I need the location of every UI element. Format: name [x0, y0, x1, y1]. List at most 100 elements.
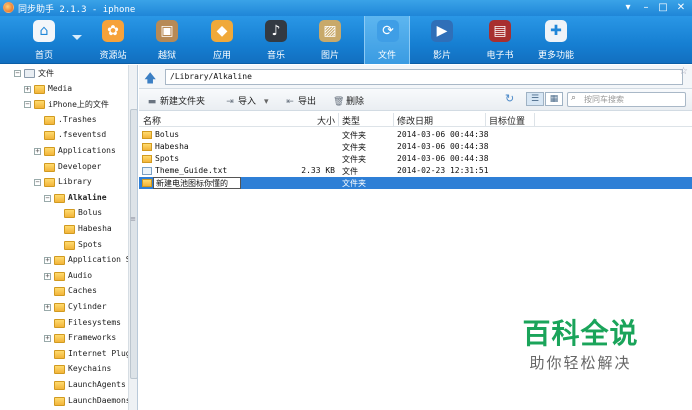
tree-scrollbar-thumb[interactable] — [130, 109, 137, 379]
favorite-star-icon[interactable]: ☆ — [679, 66, 688, 77]
folder-icon — [54, 396, 65, 406]
toolbar-item-label: 首页 — [34, 51, 53, 61]
list-view-icon[interactable]: ☰ — [526, 92, 544, 106]
toolbar-item-label: 更多功能 — [537, 51, 574, 61]
search-input[interactable]: ⌕ 按同车搜索 — [567, 92, 686, 107]
tree-node-label: Keychains — [68, 364, 112, 374]
collapse-icon[interactable]: − — [34, 179, 41, 187]
column-type[interactable]: 类型 — [342, 114, 360, 127]
column-target[interactable]: 目标位置 — [489, 114, 525, 127]
new-folder-button[interactable]: ▬ 新建文件夹 — [147, 94, 205, 107]
toolbar-item-0[interactable]: ⌂ 首页 — [21, 16, 67, 64]
watermark-title: 百科全说 — [522, 317, 639, 350]
expand-icon[interactable]: + — [44, 335, 51, 343]
title-bar: 同步助手 2.1.3 - iphone ▾ – □ ✕ — [0, 0, 692, 16]
toolbar-item-6[interactable]: ⟳ 文件 — [364, 16, 410, 64]
collapse-icon[interactable]: − — [24, 101, 31, 109]
minimize-icon[interactable]: – — [639, 1, 653, 14]
scroll-grip-icon: ≡ — [130, 215, 136, 223]
path-bar: 🡅 /Library/Alkaline ☆ — [139, 65, 692, 89]
toolbar-item-4[interactable]: ♪ 音乐 — [253, 16, 299, 64]
folder-icon — [44, 115, 55, 125]
expand-icon[interactable]: + — [34, 148, 41, 155]
column-size[interactable]: 大小 — [317, 114, 335, 127]
export-label: 导出 — [298, 97, 317, 107]
up-arrow-icon[interactable]: 🡅 — [144, 69, 156, 90]
folder-tree: − 文件 + Media − iPhone上的文件 .Trashes .fseventsd + A… — [0, 65, 138, 410]
column-modified[interactable]: 修改日期 — [397, 114, 433, 127]
toolbar-item-5[interactable]: ▨ 图片 — [307, 16, 353, 64]
file-row[interactable]: Theme_Guide.txt 2.33 KB 文件 2014-02-23 12:31… — [139, 165, 692, 177]
more-icon: ✚ — [545, 20, 567, 42]
window-title: 同步助手 2.1.3 - iphone — [18, 5, 136, 15]
toolbar-item-3[interactable]: ◆ 应用 — [199, 16, 245, 64]
picture-icon: ▨ — [319, 20, 341, 42]
tree-node-label: 文件 — [38, 69, 54, 78]
file-sync-icon: ⟳ — [377, 20, 399, 42]
home-dropdown-chevron-icon[interactable] — [72, 35, 82, 40]
collapse-icon[interactable]: − — [14, 70, 21, 77]
expand-icon[interactable]: + — [24, 85, 31, 93]
rename-input[interactable]: 新建电池图标你懂的 — [153, 177, 241, 189]
toolbar-item-label: 电子书 — [486, 51, 514, 61]
folder-icon — [142, 131, 152, 139]
expand-icon[interactable]: + — [44, 304, 51, 311]
watermark-subtitle: 助你轻松解决 — [529, 354, 632, 372]
file-name: Habesha — [155, 142, 189, 151]
tree-node-label: iPhone上的文件 — [48, 100, 109, 110]
home-icon: ⌂ — [33, 20, 55, 42]
file-row[interactable]: Habesha 文件夹 2014-03-06 00:44:38 — [139, 141, 692, 153]
file-row[interactable]: 新建电池图标你懂的 文件夹 — [139, 177, 692, 189]
tree-node-label: Cylinder — [68, 302, 107, 311]
tree-node-label: Spots — [78, 239, 103, 249]
tree-scrollbar[interactable]: ≡ — [128, 65, 137, 410]
folder-icon — [142, 179, 152, 187]
file-row[interactable]: Spots 文件夹 2014-03-06 00:44:38 — [139, 153, 692, 165]
ebook-icon: ▤ — [489, 20, 511, 42]
import-button[interactable]: ⇥ 导入 ▾ — [225, 94, 269, 107]
close-icon[interactable]: ✕ — [674, 1, 688, 14]
toolbar-item-8[interactable]: ▤ 电子书 — [477, 16, 523, 64]
expand-icon[interactable]: + — [44, 272, 51, 280]
chevron-down-icon[interactable]: ▾ — [264, 97, 269, 107]
tree-node-label: LaunchAgents — [68, 380, 126, 389]
file-name: Spots — [155, 154, 180, 163]
path-input[interactable]: /Library/Alkaline — [165, 69, 683, 85]
file-name: Theme_Guide.txt — [155, 166, 228, 175]
expand-icon[interactable]: + — [44, 257, 51, 265]
folder-icon — [34, 84, 45, 94]
collapse-icon[interactable]: − — [44, 194, 51, 202]
maximize-icon[interactable]: □ — [656, 1, 670, 14]
folder-icon — [64, 240, 75, 250]
folder-icon — [142, 143, 152, 151]
import-icon: ⇥ — [226, 97, 234, 107]
toolbar-item-7[interactable]: ▶ 影片 — [419, 16, 465, 64]
file-row[interactable]: Bolus 文件夹 2014-03-06 00:44:38 — [139, 129, 692, 141]
new-folder-icon: ▬ — [147, 97, 157, 107]
export-button[interactable]: ⇤ 导出 — [285, 94, 316, 107]
folder-icon — [54, 318, 65, 328]
tree-node-label: Developer — [58, 161, 102, 171]
shopping-bag-icon: ✿ — [102, 20, 124, 42]
tree-node-label: .fseventsd — [58, 130, 107, 140]
folder-icon — [64, 209, 75, 219]
toolbar-item-2[interactable]: ▣ 越狱 — [144, 16, 190, 64]
watermark: 百科全说 助你轻松解决 — [493, 302, 668, 384]
text-file-icon — [142, 167, 152, 175]
column-name[interactable]: 名称 — [143, 114, 161, 127]
toolbar-item-1[interactable]: ✿ 资源站 — [90, 16, 136, 64]
folder-icon — [54, 349, 65, 359]
refresh-icon[interactable]: ↻ — [505, 92, 514, 105]
tree-node-label: Library — [58, 177, 92, 187]
delete-button[interactable]: 🗑 删除 — [333, 94, 364, 107]
menu-icon[interactable]: ▾ — [621, 1, 635, 14]
folder-icon — [34, 100, 45, 110]
new-folder-label: 新建文件夹 — [160, 97, 206, 107]
grid-view-icon[interactable]: ▦ — [545, 92, 563, 106]
file-name: Bolus — [155, 130, 180, 139]
toolbar-item-9[interactable]: ✚ 更多功能 — [533, 16, 579, 64]
file-type: 文件夹 — [342, 131, 366, 140]
tree-node-label: Alkaline — [68, 192, 107, 202]
trash-icon: 🗑 — [333, 97, 345, 107]
folder-icon — [54, 193, 65, 203]
